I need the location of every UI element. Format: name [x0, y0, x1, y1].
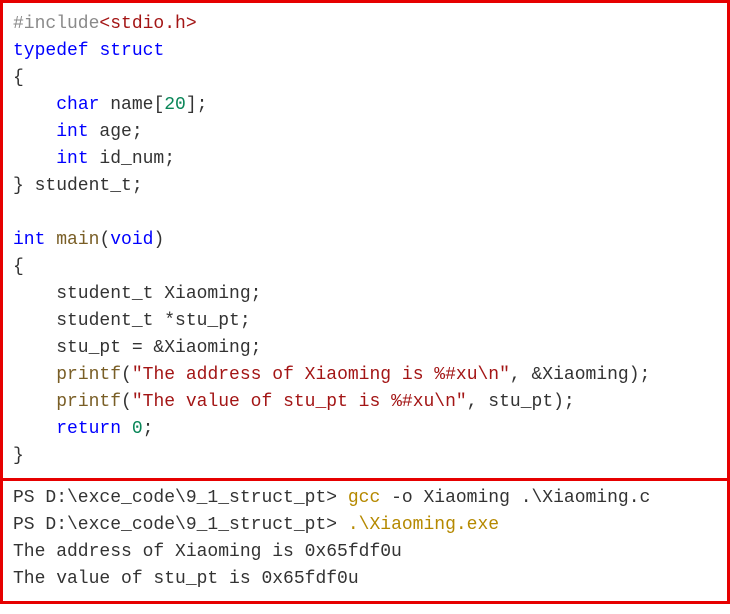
code-line: #include<stdio.h> [13, 11, 717, 38]
code-token: ]; [186, 95, 208, 115]
code-token: ( [121, 365, 132, 385]
code-panel[interactable]: #include<stdio.h>typedef struct{ char na… [0, 0, 730, 481]
code-line [13, 200, 717, 227]
code-token: char [56, 95, 99, 115]
code-token [13, 365, 56, 385]
terminal-line: PS D:\exce_code\9_1_struct_pt> gcc -o Xi… [13, 485, 717, 512]
code-token: return [56, 419, 121, 439]
code-line: printf("The value of stu_pt is %#xu\n", … [13, 389, 717, 416]
code-token: name[ [99, 95, 164, 115]
code-token: } student_t; [13, 176, 143, 196]
code-token: printf [56, 365, 121, 385]
code-token [13, 392, 56, 412]
code-token: , stu_pt); [467, 392, 575, 412]
code-token: The value of stu_pt is 0x65fdf0u [13, 569, 359, 589]
code-token: -o Xiaoming .\Xiaoming.c [380, 488, 650, 508]
code-token: printf [56, 392, 121, 412]
editor-container: #include<stdio.h>typedef struct{ char na… [0, 0, 730, 604]
code-token: 20 [164, 95, 186, 115]
terminal-line: The address of Xiaoming is 0x65fdf0u [13, 539, 717, 566]
code-token: { [13, 257, 24, 277]
code-line: student_t *stu_pt; [13, 308, 717, 335]
code-line: typedef struct [13, 38, 717, 65]
code-token: void [110, 230, 153, 250]
code-line: int main(void) [13, 227, 717, 254]
code-line: printf("The address of Xiaoming is %#xu\… [13, 362, 717, 389]
code-token [121, 419, 132, 439]
code-line: { [13, 254, 717, 281]
code-token: <stdio.h> [99, 14, 196, 34]
code-token: PS D:\exce_code\9_1_struct_pt> [13, 488, 348, 508]
code-token [13, 149, 56, 169]
code-token: "The value of stu_pt is %#xu\n" [132, 392, 467, 412]
code-line: return 0; [13, 416, 717, 443]
code-token: main [56, 230, 99, 250]
code-token [13, 122, 56, 142]
code-token: ( [99, 230, 110, 250]
code-token: { [13, 68, 24, 88]
code-token: 0 [132, 419, 143, 439]
code-line: } student_t; [13, 173, 717, 200]
code-token: struct [99, 41, 164, 61]
code-token: int [56, 149, 88, 169]
code-token: #include [13, 14, 99, 34]
code-token: , &Xiaoming); [510, 365, 650, 385]
code-token: int [13, 230, 45, 250]
code-token: PS D:\exce_code\9_1_struct_pt> [13, 515, 348, 535]
code-token: stu_pt = &Xiaoming; [13, 338, 261, 358]
code-token: ) [153, 230, 164, 250]
code-token [13, 419, 56, 439]
terminal-line: The value of stu_pt is 0x65fdf0u [13, 566, 717, 593]
code-token [13, 95, 56, 115]
terminal-panel[interactable]: PS D:\exce_code\9_1_struct_pt> gcc -o Xi… [0, 481, 730, 604]
code-token: student_t *stu_pt; [13, 311, 251, 331]
code-token: typedef [13, 41, 89, 61]
code-token: } [13, 446, 24, 466]
code-token [89, 41, 100, 61]
code-token: id_num; [89, 149, 175, 169]
code-token: ( [121, 392, 132, 412]
code-line: } [13, 443, 717, 470]
code-token: int [56, 122, 88, 142]
code-line: student_t Xiaoming; [13, 281, 717, 308]
code-line: int age; [13, 119, 717, 146]
code-token: "The address of Xiaoming is %#xu\n" [132, 365, 510, 385]
code-token: The address of Xiaoming is 0x65fdf0u [13, 542, 402, 562]
code-token [45, 230, 56, 250]
code-line: stu_pt = &Xiaoming; [13, 335, 717, 362]
code-token: gcc [348, 488, 380, 508]
terminal-line: PS D:\exce_code\9_1_struct_pt> .\Xiaomin… [13, 512, 717, 539]
code-line: { [13, 65, 717, 92]
code-token: ; [143, 419, 154, 439]
code-line: int id_num; [13, 146, 717, 173]
code-token: age; [89, 122, 143, 142]
code-token: .\Xiaoming.exe [348, 515, 499, 535]
code-line: char name[20]; [13, 92, 717, 119]
code-token: student_t Xiaoming; [13, 284, 261, 304]
